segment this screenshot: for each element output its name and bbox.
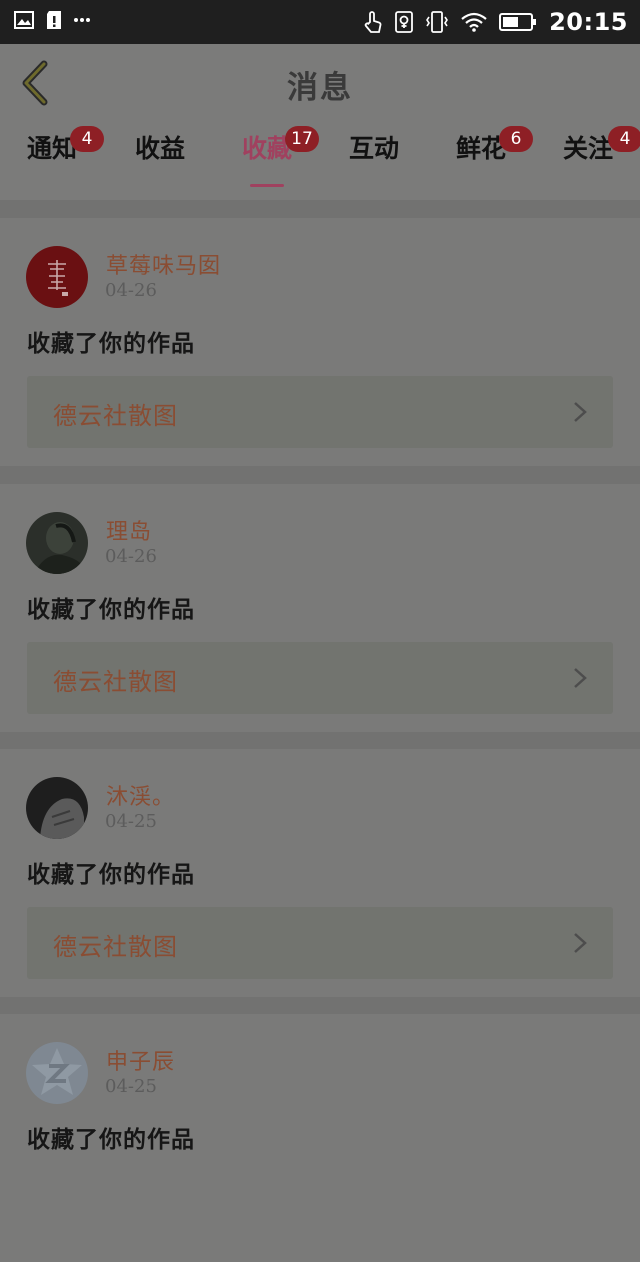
user-name[interactable]: 草莓味马囡	[106, 248, 221, 280]
avatar[interactable]	[26, 246, 88, 308]
message-card: 理岛 04-26 收藏了你的作品 德云社散图	[0, 484, 640, 732]
message-card: 草莓味马囡 04-26 收藏了你的作品 德云社散图	[0, 218, 640, 466]
work-link[interactable]: 德云社散图	[27, 907, 613, 979]
message-date: 04-25	[105, 811, 157, 832]
tab-favorites[interactable]: 收藏 17	[237, 126, 319, 188]
message-text: 收藏了你的作品	[27, 330, 195, 357]
app-header: 消息	[0, 44, 640, 122]
tab-notifications[interactable]: 通知 4	[22, 126, 104, 188]
user-name[interactable]: 理岛	[106, 514, 152, 546]
work-link[interactable]: 德云社散图	[27, 642, 613, 714]
user-name[interactable]: 申子辰	[106, 1044, 175, 1076]
notification-count-badge: 4	[70, 126, 104, 152]
message-text: 收藏了你的作品	[27, 596, 195, 623]
default-z-avatar-icon	[26, 1042, 88, 1104]
avatar[interactable]	[26, 777, 88, 839]
sd-card-alert-icon	[47, 11, 61, 29]
dark-photo-avatar-icon	[26, 512, 88, 574]
message-card: 沐渓。 04-25 收藏了你的作品 德云社散图	[0, 749, 640, 997]
tab-interactions[interactable]: 互动	[344, 132, 404, 188]
active-tab-indicator	[250, 184, 284, 187]
message-text: 收藏了你的作品	[27, 861, 195, 888]
follows-count-badge: 4	[608, 126, 640, 152]
message-date: 04-26	[105, 280, 157, 301]
tab-label: 收益	[134, 134, 185, 163]
clock: 20:15	[549, 8, 628, 36]
message-date: 04-25	[105, 1076, 157, 1097]
favorites-count-badge: 17	[285, 126, 319, 152]
chevron-right-icon	[574, 668, 587, 688]
message-card: 申子辰 04-25 收藏了你的作品	[0, 1014, 640, 1262]
section-divider	[0, 200, 640, 218]
status-bar: 20:15	[0, 0, 640, 44]
work-link[interactable]: 德云社散图	[27, 376, 613, 448]
section-divider	[0, 997, 640, 1014]
section-divider	[0, 732, 640, 749]
avatar[interactable]	[26, 512, 88, 574]
flowers-count-badge: 6	[499, 126, 533, 152]
message-text: 收藏了你的作品	[27, 1126, 195, 1153]
tab-label: 互动	[348, 134, 399, 163]
work-title: 德云社散图	[53, 668, 178, 696]
tab-follows[interactable]: 关注 4	[558, 126, 640, 188]
message-tabs: 通知 4 收益 收藏 17 互动 鲜花 6 关注 4	[0, 122, 640, 200]
red-seal-avatar-icon	[26, 246, 88, 308]
work-title: 德云社散图	[53, 402, 178, 430]
user-name[interactable]: 沐渓。	[106, 779, 175, 811]
page-title: 消息	[287, 70, 353, 106]
touch-icon	[364, 11, 382, 33]
work-title: 德云社散图	[53, 933, 178, 961]
chevron-right-icon	[574, 402, 587, 422]
nfc-icon	[395, 11, 413, 33]
section-divider	[0, 466, 640, 484]
wifi-icon	[461, 12, 487, 32]
tab-flowers[interactable]: 鲜花 6	[451, 126, 533, 188]
more-icon	[74, 18, 90, 22]
tab-earnings[interactable]: 收益	[130, 132, 190, 188]
battery-icon	[499, 13, 537, 31]
chevron-right-icon	[574, 933, 587, 953]
message-date: 04-26	[105, 546, 157, 567]
image-icon	[14, 11, 34, 29]
grey-photo-avatar-icon	[26, 777, 88, 839]
vibrate-icon	[426, 11, 449, 33]
avatar[interactable]	[26, 1042, 88, 1104]
